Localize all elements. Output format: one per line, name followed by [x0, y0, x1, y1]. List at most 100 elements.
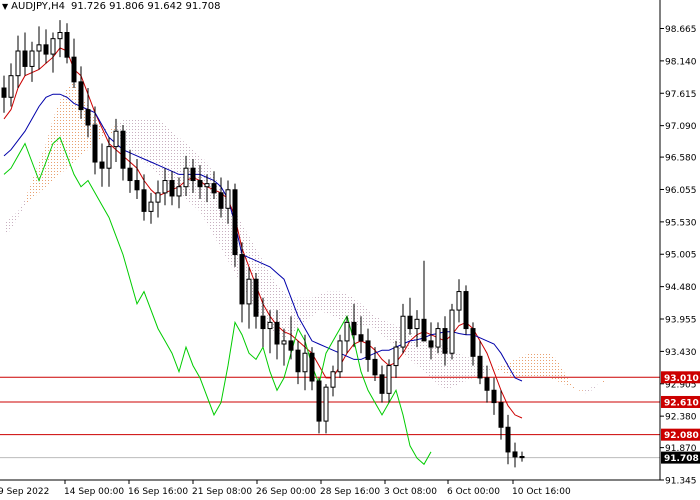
candle: [316, 377, 322, 434]
price-tick-label: 95.530: [665, 218, 697, 228]
cloud-segment: [333, 291, 340, 320]
candle-body: [309, 352, 315, 382]
price-axis: 98.665 98.140 97.615 97.090 96.580 96.055 95.5…: [659, 0, 700, 487]
candle-body: [498, 402, 504, 428]
cloud-segment: [515, 356, 522, 378]
candle: [232, 183, 238, 267]
candle-body: [78, 81, 84, 111]
candle-body: [197, 180, 203, 188]
candle-body: [435, 328, 441, 348]
candle-body: [302, 352, 308, 373]
candle-body: [176, 186, 182, 197]
candle: [71, 38, 77, 89]
candle: [379, 365, 385, 403]
candle-body: [505, 426, 511, 453]
chart-root: 98.665 98.140 97.615 97.090 96.580 96.055 95.5…: [0, 0, 700, 500]
collapse-triangle-icon[interactable]: ▼: [2, 2, 8, 11]
candle: [43, 29, 49, 64]
price-tick-label: 93.430: [665, 348, 697, 358]
price-tick-label: 95.005: [665, 251, 697, 261]
candle-body: [316, 380, 322, 422]
time-tick-label: 10 Oct 16:00: [512, 487, 571, 497]
cloud-segment: [298, 297, 305, 329]
horizontal-levels: [0, 376, 660, 459]
candle-body: [344, 321, 350, 342]
candle: [309, 347, 315, 391]
level-label: 93.010: [664, 374, 699, 384]
candle-body: [470, 328, 476, 357]
candle-body: [155, 192, 161, 203]
cloud-segment: [326, 291, 333, 317]
candle: [407, 297, 413, 335]
candle-body: [288, 340, 294, 351]
cloud-segment: [25, 180, 32, 206]
candle: [519, 451, 525, 462]
candlesticks: [1, 20, 525, 468]
candle-body: [281, 340, 287, 345]
cloud-segment: [382, 319, 389, 341]
cloud-segment: [592, 384, 599, 391]
candle: [155, 180, 161, 218]
cloud-segment: [557, 359, 564, 385]
candle: [302, 334, 308, 391]
candle: [491, 377, 497, 415]
price-tick-label: 96.055: [665, 186, 697, 196]
candle: [22, 32, 28, 76]
time-tick-label: 9 Sep 2022: [0, 487, 49, 497]
cloud-segment: [361, 303, 368, 326]
cloud-segment: [158, 118, 165, 181]
candle-body: [120, 130, 126, 169]
cloud-segment: [200, 155, 207, 224]
candle-body: [386, 365, 392, 394]
candle-body: [449, 309, 455, 354]
candle-body: [99, 161, 105, 169]
candle-body: [421, 318, 427, 342]
symbol-label: AUDJPY,H4: [11, 1, 65, 12]
candle-body: [106, 146, 112, 169]
candle: [456, 279, 462, 323]
price-chart[interactable]: 98.665 98.140 97.615 97.090 96.580 96.055 95.5…: [0, 0, 700, 500]
candle: [512, 442, 518, 468]
candle-body: [183, 167, 189, 188]
candle: [127, 149, 133, 193]
cloud-segment: [452, 350, 459, 388]
candle-body: [22, 50, 28, 67]
cloud-segment: [305, 297, 312, 323]
candle: [141, 174, 147, 221]
candle-body: [162, 180, 168, 194]
price-tick-label: 92.380: [665, 413, 697, 423]
candle-body: [456, 291, 462, 311]
cloud-segment: [529, 353, 536, 378]
candle: [386, 359, 392, 403]
time-tick-label: 6 Oct 00:00: [447, 487, 500, 497]
candle-body: [71, 56, 77, 83]
time-axis: 9 Sep 2022 14 Sep 00:00 16 Sep 16:00 21 Sep…: [0, 479, 660, 497]
candle-body: [134, 180, 140, 191]
candle: [50, 32, 56, 73]
candle: [134, 158, 140, 200]
cloud-segment: [32, 162, 39, 200]
price-tick-label: 98.665: [665, 25, 697, 35]
candle-body: [141, 189, 147, 212]
candle-body: [36, 44, 42, 52]
candle-body: [260, 315, 266, 330]
price-tick-label: 96.580: [665, 154, 697, 164]
price-tick-label: 98.140: [665, 57, 697, 67]
cloud-segment: [578, 390, 585, 394]
time-tick-label: 16 Sep 16:00: [128, 487, 188, 497]
candle: [29, 41, 35, 82]
symbol-header[interactable]: ▼ AUDJPY,H4 91.726 91.806 91.642 91.708: [2, 1, 221, 12]
cloud-segment: [368, 310, 375, 329]
candle-body: [64, 32, 70, 58]
candle: [148, 192, 154, 224]
cloud-segment: [389, 322, 396, 348]
candle-body: [372, 358, 378, 376]
candle: [15, 35, 21, 89]
candle-body: [113, 130, 119, 148]
candle-body: [225, 189, 231, 209]
cloud-segment: [571, 384, 578, 391]
cloud-segment: [291, 297, 298, 335]
candle: [477, 340, 483, 385]
candle-body: [1, 87, 7, 98]
candle-body: [379, 374, 385, 394]
